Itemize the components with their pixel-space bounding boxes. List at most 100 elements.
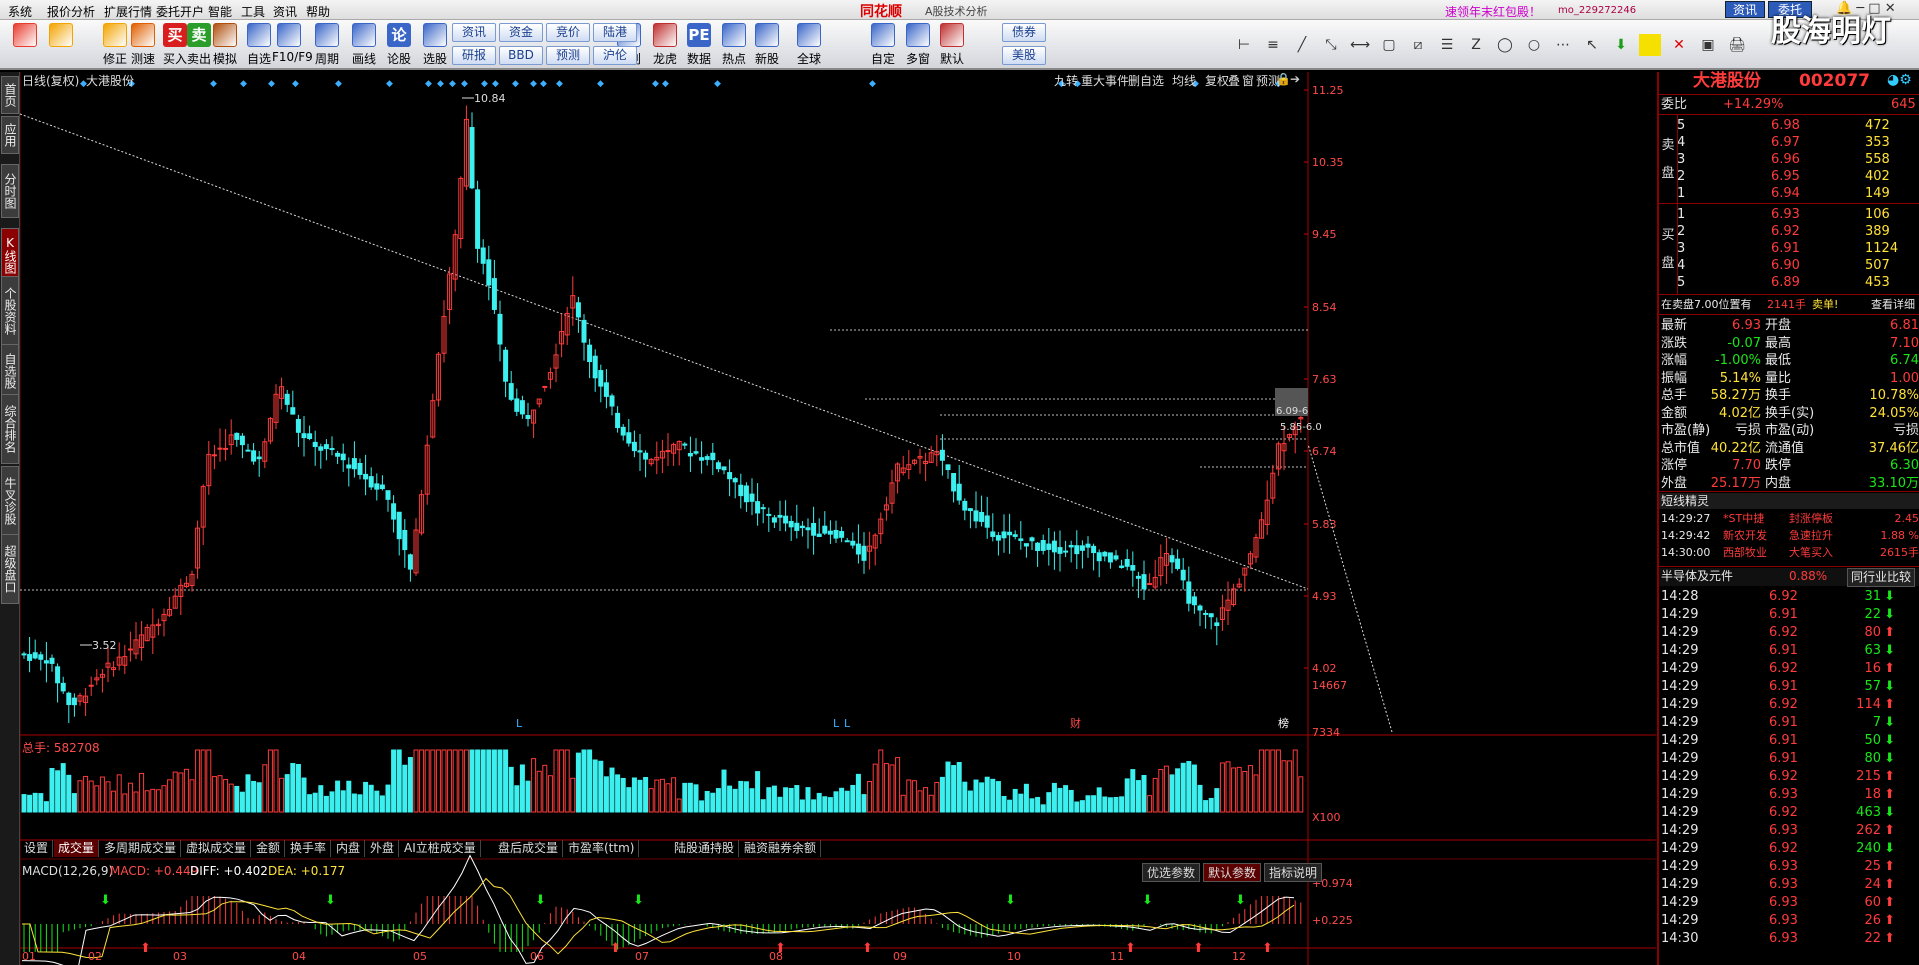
toolbar-star-list-button[interactable]: 自选 xyxy=(242,23,276,67)
menu-help[interactable]: 帮助 xyxy=(306,3,330,20)
indicator-tab-9[interactable]: 盘后成交量 xyxy=(494,840,564,857)
toolbar-f10-button[interactable]: F10/F9 xyxy=(272,23,313,67)
menu-system[interactable]: 系统 xyxy=(8,3,32,20)
quick-9-button[interactable]: 美股 xyxy=(1002,46,1046,65)
macd-btn-2[interactable]: 指标说明 xyxy=(1264,863,1323,882)
menu-analysis[interactable]: 分析 xyxy=(71,3,95,20)
layer-icon[interactable]: ▣ xyxy=(1697,34,1719,56)
elf-row[interactable]: 14:29:27 *ST中捷 封涨停板 2.45 xyxy=(1659,510,1919,527)
ellipse-icon[interactable]: ○ xyxy=(1523,34,1545,56)
side-tab-6[interactable]: 综合排名 xyxy=(1,394,19,464)
toolbar-hammer-button[interactable]: 模拟 xyxy=(208,23,242,67)
side-tab-2[interactable]: 分时图 xyxy=(1,164,19,218)
toolbar-discuss-button[interactable]: 论论股 xyxy=(382,23,416,67)
bid-row[interactable]: 2 6.92 389 xyxy=(1659,223,1919,240)
quick-6-button[interactable]: 预测 xyxy=(546,46,590,65)
ask-row[interactable]: 4 6.97 353 xyxy=(1659,134,1919,151)
side-tab-4[interactable]: 个股资料 xyxy=(1,276,19,346)
trend-line-icon[interactable]: ╱ xyxy=(1291,34,1313,56)
quick-4-button[interactable]: 研报 xyxy=(452,46,496,65)
color-fill-icon[interactable]: ■ xyxy=(1639,34,1661,56)
elf-row[interactable]: 14:29:42 新农开发 急速拉升 1.88 % xyxy=(1659,527,1919,544)
peer-compare-button[interactable]: 同行业比较 xyxy=(1847,568,1916,587)
macd-btn-0[interactable]: 优选参数 xyxy=(1142,863,1201,882)
circle-icon[interactable]: ◯ xyxy=(1494,34,1516,56)
promo-link[interactable]: 速领年末红包殿！ xyxy=(1445,3,1541,20)
period-label[interactable]: 日线(复权) xyxy=(22,72,79,89)
quick-1-button[interactable]: 资金 xyxy=(499,23,543,42)
user-name[interactable]: mo_229272246 xyxy=(1558,5,1636,16)
elf-row[interactable]: 14:30:00 西部牧业 大笔买入 2615手 xyxy=(1659,544,1919,561)
chart-tool-4[interactable]: 复权 xyxy=(1205,72,1229,89)
kline-chart-panel[interactable]: 11.25 10.35 9.45 8.54 7.63 6.74 5.83 4.93 4.02 ⬇ ⬆… xyxy=(19,72,1656,965)
indicator-tab-6[interactable]: 内盘 xyxy=(332,840,366,857)
quick-0-button[interactable]: 资讯 xyxy=(452,23,496,42)
view-detail-link[interactable]: 查看详细 xyxy=(1871,296,1915,313)
toolbar-dragon-tiger-button[interactable]: 龙虎 xyxy=(648,23,682,67)
toolbar-back-arrow-button[interactable] xyxy=(46,23,76,67)
indicator-tab-2[interactable]: 多周期成交量 xyxy=(100,840,182,857)
indicator-tab-11[interactable]: 陆股通持股 xyxy=(670,840,740,857)
toolbar-hotspot-button[interactable]: 热点 xyxy=(717,23,751,67)
chart-tool-2[interactable]: 删自选 xyxy=(1128,72,1164,89)
menu-quote[interactable]: 报价 xyxy=(47,3,71,20)
toolbar-globe-button[interactable]: 全球 xyxy=(792,23,826,67)
bid-row[interactable]: 5 6.89 453 xyxy=(1659,274,1919,291)
toolbar-select-stock-button[interactable]: 选股 xyxy=(418,23,452,67)
toolbar-default-home-button[interactable]: 默认 xyxy=(935,23,969,67)
menu-smart[interactable]: 智能 xyxy=(208,3,232,20)
macd-btn-1[interactable]: 默认参数 xyxy=(1203,863,1262,882)
toolbar-draw-line-button[interactable]: 画线 xyxy=(347,23,381,67)
toolbar-speed-button[interactable]: 测速 xyxy=(126,23,160,67)
menu-news[interactable]: 资讯 xyxy=(273,3,297,20)
side-tab-7[interactable]: 牛叉诊股 xyxy=(1,466,19,536)
channel-icon[interactable]: ⧄ xyxy=(1407,34,1429,56)
info-button[interactable]: 资讯 xyxy=(1725,1,1765,18)
bid-row[interactable]: 4 6.90 507 xyxy=(1659,257,1919,274)
quick-7-button[interactable]: 沪伦 xyxy=(593,46,637,65)
indicator-tab-12[interactable]: 融资融券余额 xyxy=(740,840,822,857)
download-arrow-icon[interactable]: ⬇ xyxy=(1610,34,1632,56)
ask-row[interactable]: 3 6.96 558 xyxy=(1659,151,1919,168)
toolbar-new-stock-button[interactable]: 新股 xyxy=(750,23,784,67)
side-tab-8[interactable]: 超级盘口 xyxy=(1,534,19,604)
chart-tool-0[interactable]: 九转 xyxy=(1054,72,1078,89)
chart-tool-3[interactable]: 均线 xyxy=(1172,72,1196,89)
pointer-icon[interactable]: ↖ xyxy=(1581,34,1603,56)
ask-row[interactable]: 2 6.95 402 xyxy=(1659,168,1919,185)
quick-2-button[interactable]: 竞价 xyxy=(546,23,590,42)
ray-icon[interactable]: ⤡ xyxy=(1320,34,1342,56)
indicator-tab-5[interactable]: 换手率 xyxy=(286,840,332,857)
quick-8-button[interactable]: 债券 xyxy=(1002,23,1046,42)
menu-tools[interactable]: 工具 xyxy=(241,3,265,20)
rectangle-icon[interactable]: ▢ xyxy=(1378,34,1400,56)
zigzag-icon[interactable]: Z xyxy=(1465,34,1487,56)
indicator-tab-10[interactable]: 市盈率(ttm) xyxy=(564,840,640,857)
horizontal-line-icon[interactable]: ⊢ xyxy=(1233,34,1255,56)
segment-icon[interactable]: ⟷ xyxy=(1349,34,1371,56)
indicator-tab-1[interactable]: 成交量 xyxy=(54,840,100,857)
indicator-tab-4[interactable]: 金额 xyxy=(252,840,286,857)
chart-tool-1[interactable]: 重大事件 xyxy=(1081,72,1129,89)
toolbar-period-button[interactable]: 周期 xyxy=(310,23,344,67)
side-tab-1[interactable]: 应用 xyxy=(1,116,19,154)
settings-icon[interactable]: ◕⚙ xyxy=(1887,72,1912,89)
quick-5-button[interactable]: BBD xyxy=(499,46,543,65)
toolbar-home-grid-button[interactable] xyxy=(10,23,40,67)
chart-tool-6[interactable]: 窗 xyxy=(1242,72,1254,89)
pin-icon[interactable]: ➔ xyxy=(1290,72,1300,86)
chart-tool-5[interactable]: 叠 xyxy=(1228,72,1240,89)
side-tab-0[interactable]: 首页 xyxy=(1,76,19,114)
bid-row[interactable]: 1 6.93 106 xyxy=(1659,206,1919,223)
menu-trade[interactable]: 委托开户 xyxy=(156,3,204,20)
lock-icon[interactable]: 🔒 xyxy=(1276,72,1291,86)
toolbar-data-pe-button[interactable]: PE 数据 xyxy=(682,23,716,67)
menu-extended[interactable]: 扩展行情 xyxy=(104,3,152,20)
print-icon[interactable]: 🖨 xyxy=(1726,34,1748,56)
more-tools-icon[interactable]: ⋯ xyxy=(1552,34,1574,56)
side-tab-5[interactable]: 自选股 xyxy=(1,344,19,398)
side-tab-3[interactable]: K线图 xyxy=(1,228,19,282)
toolbar-custom-button[interactable]: 自定 xyxy=(866,23,900,67)
indicator-tab-7[interactable]: 外盘 xyxy=(366,840,400,857)
fibonacci-icon[interactable]: ☰ xyxy=(1436,34,1458,56)
